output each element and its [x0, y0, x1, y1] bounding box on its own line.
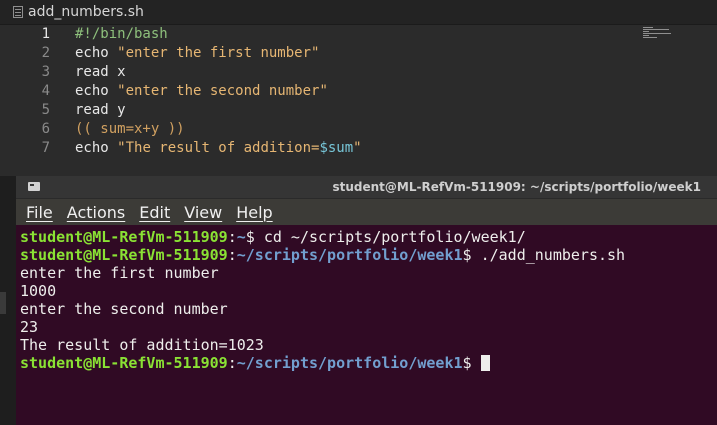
terminal-line: student@ML-RefVm-511909:~/scripts/portfo…	[20, 246, 717, 264]
left-edge-marker	[0, 292, 6, 314]
terminal-output[interactable]: student@ML-RefVm-511909:~$ cd ~/scripts/…	[20, 228, 717, 372]
terminal-titlebar[interactable]: student@ML-RefVm-511909: ~/scripts/portf…	[16, 176, 717, 199]
code-line: (( sum=x+y ))	[75, 120, 185, 139]
editor-tab-bar: add_numbers.sh	[0, 0, 717, 25]
line-number: 7	[41, 140, 50, 156]
menu-help[interactable]: Help	[236, 203, 272, 222]
code-line: echo "enter the first number"	[75, 44, 319, 63]
terminal-title: student@ML-RefVm-511909: ~/scripts/portf…	[332, 180, 701, 194]
line-number: 5	[41, 102, 50, 118]
line-number: 6	[41, 121, 50, 137]
code-line: echo "The result of addition=$sum"	[75, 139, 362, 158]
terminal-window: student@ML-RefVm-511909: ~/scripts/portf…	[16, 176, 717, 425]
terminal-line: enter the second number	[20, 300, 717, 318]
terminal-text: 23	[20, 318, 39, 336]
code-token: "The result of addition=	[117, 140, 320, 156]
terminal-text: $ cd ~/scripts/portfolio/week1/	[245, 228, 526, 246]
code-token: echo	[75, 140, 118, 156]
code-token: #!/bin/bash	[75, 26, 168, 42]
terminal-cursor	[480, 355, 490, 371]
prompt-path: ~/scripts/portfolio/week1	[236, 246, 463, 264]
code-token: "	[353, 140, 362, 156]
file-tab-label: add_numbers.sh	[28, 4, 144, 20]
line-number: 3	[41, 64, 50, 80]
terminal-text: 1000	[20, 282, 57, 300]
code-token: (( sum=x+y ))	[75, 121, 185, 137]
code-token: "enter the second number"	[117, 83, 328, 99]
prompt-path: ~/scripts/portfolio/week1	[236, 354, 463, 372]
prompt-user: student@ML-RefVm-511909	[20, 354, 228, 372]
terminal-text: :	[227, 246, 237, 264]
terminal-line: The result of addition=1023	[20, 336, 717, 354]
code-line: echo "enter the second number"	[75, 82, 328, 101]
menu-edit[interactable]: Edit	[139, 203, 170, 222]
code-token: read x	[75, 64, 126, 80]
terminal-line: 23	[20, 318, 717, 336]
menu-view[interactable]: View	[184, 203, 222, 222]
terminal-text: :	[227, 228, 237, 246]
code-token: $sum	[319, 140, 354, 156]
code-token: echo	[75, 83, 118, 99]
terminal-text: $	[462, 354, 481, 372]
terminal-text: $ ./add_numbers.sh	[462, 246, 626, 264]
line-number: 1	[41, 26, 50, 42]
terminal-menubar: File Actions Edit View Help	[16, 199, 717, 225]
desktop-left-strip	[0, 176, 16, 425]
line-number: 4	[41, 83, 50, 99]
terminal-text: :	[227, 354, 237, 372]
terminal-line: student@ML-RefVm-511909:~$ cd ~/scripts/…	[20, 228, 717, 246]
prompt-path: ~	[236, 228, 246, 246]
code-editor: add_numbers.sh 1 2 3 4 5 6 7 #!/bin/bash echo "…	[0, 0, 717, 176]
code-token: echo	[75, 45, 118, 61]
terminal-text: enter the second number	[20, 300, 228, 318]
file-tab[interactable]: add_numbers.sh	[0, 0, 158, 24]
code-line: read y	[75, 101, 126, 120]
code-token: read y	[75, 102, 126, 118]
terminal-icon	[28, 182, 40, 191]
terminal-line: enter the first number	[20, 264, 717, 282]
line-number: 2	[41, 45, 50, 61]
menu-file[interactable]: File	[26, 203, 53, 222]
terminal-line: student@ML-RefVm-511909:~/scripts/portfo…	[20, 354, 717, 372]
code-line: read x	[75, 63, 126, 82]
terminal-text: The result of addition=1023	[20, 336, 264, 354]
minimap[interactable]	[643, 27, 679, 39]
code-token: "enter the first number"	[117, 45, 320, 61]
file-icon	[13, 6, 23, 18]
menu-actions[interactable]: Actions	[67, 203, 125, 222]
prompt-user: student@ML-RefVm-511909	[20, 228, 228, 246]
line-number-gutter: 1 2 3 4 5 6 7	[0, 24, 62, 176]
terminal-line: 1000	[20, 282, 717, 300]
code-line: #!/bin/bash	[75, 25, 168, 44]
prompt-user: student@ML-RefVm-511909	[20, 246, 228, 264]
terminal-text: enter the first number	[20, 264, 219, 282]
